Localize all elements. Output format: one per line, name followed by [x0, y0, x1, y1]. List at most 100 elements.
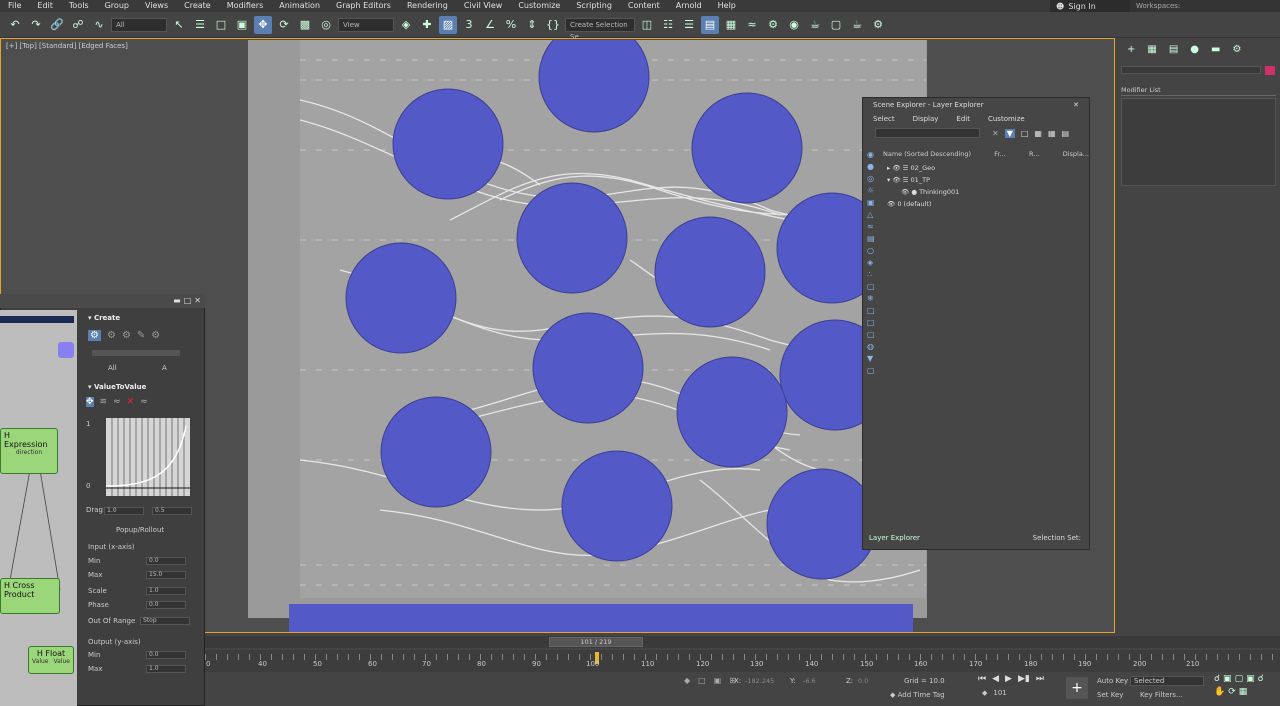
- helper-icon[interactable]: ⚙: [107, 330, 116, 341]
- node-h-expression[interactable]: H Expression direction: [0, 428, 58, 474]
- menu-graph-editors[interactable]: Graph Editors: [328, 0, 399, 12]
- render-setup-icon[interactable]: ☕: [806, 16, 824, 34]
- set-key-icon[interactable]: +: [1066, 677, 1088, 699]
- field-of-view-icon[interactable]: ☌: [1258, 674, 1264, 684]
- key-filters-button[interactable]: Key Filters...: [1140, 691, 1183, 699]
- redo-icon[interactable]: ↷: [27, 16, 45, 34]
- create-a-label[interactable]: A: [162, 364, 167, 372]
- input-phase-field[interactable]: 0.0: [146, 601, 186, 609]
- modifier-list-dropdown[interactable]: Modifier List: [1121, 86, 1276, 96]
- play-icon[interactable]: ▶: [1005, 674, 1012, 684]
- reference-coord-dropdown[interactable]: View: [338, 17, 394, 32]
- layer-row-tp[interactable]: ▾ 👁 ☰ 01_TP: [887, 174, 1087, 186]
- layer-row-default[interactable]: 👁 0 (default): [887, 198, 1087, 210]
- align-icon[interactable]: ☷: [659, 16, 677, 34]
- schematic-view-icon[interactable]: ⚙: [764, 16, 782, 34]
- containers-icon[interactable]: ▢: [867, 282, 881, 291]
- bones-icon[interactable]: ◈: [867, 258, 881, 267]
- motion-tab-icon[interactable]: ●: [1190, 44, 1199, 55]
- pivot-center-icon[interactable]: ◈: [397, 16, 415, 34]
- layer-row-geo[interactable]: ▸ 👁 ☰ 02_Geo: [887, 162, 1087, 174]
- y-coord-field[interactable]: -6.6: [803, 677, 816, 685]
- particles-icon[interactable]: ∴: [867, 270, 881, 279]
- scale-icon[interactable]: ▩: [296, 16, 314, 34]
- column-display[interactable]: Displa...: [1063, 150, 1089, 160]
- menu-tools[interactable]: Tools: [61, 0, 97, 12]
- set-key-button[interactable]: Set Key: [1097, 691, 1123, 699]
- all-icon[interactable]: □: [867, 318, 881, 327]
- render-iterative-icon[interactable]: ⚙: [869, 16, 887, 34]
- create-filter-field[interactable]: [92, 350, 180, 356]
- z-coord-field[interactable]: 0.0: [858, 677, 868, 685]
- zoom-extents-icon[interactable]: ▢: [1235, 674, 1244, 684]
- rotate-icon[interactable]: ⟳: [275, 16, 293, 34]
- particle-view-titlebar[interactable]: ▬ □ ✕: [0, 294, 205, 308]
- key-mode-icon[interactable]: ◆: [982, 689, 987, 697]
- render-production-icon[interactable]: ☕: [848, 16, 866, 34]
- object-row-thinking[interactable]: 👁 ● Thinking001: [887, 186, 1087, 198]
- select-manipulate-icon[interactable]: ✚: [418, 16, 436, 34]
- hierarchy-tab-icon[interactable]: ▤: [1169, 44, 1178, 55]
- keyboard-shortcut-icon[interactable]: ▨: [439, 15, 457, 34]
- add-point-icon[interactable]: ≋: [100, 397, 108, 407]
- layer-settings-icon[interactable]: ▤: [1062, 129, 1070, 138]
- current-frame-field[interactable]: 101: [993, 689, 1006, 697]
- shapes-icon[interactable]: ◎: [867, 174, 881, 183]
- menu-edit[interactable]: Edit: [29, 0, 61, 12]
- frozen-icon[interactable]: ❄: [867, 294, 881, 303]
- close-icon[interactable]: ✕: [194, 296, 201, 305]
- close-icon[interactable]: ✕: [1073, 101, 1079, 109]
- display-all-icon[interactable]: ◉: [867, 150, 881, 159]
- test-icon[interactable]: ⚙: [151, 330, 160, 341]
- helpers-icon[interactable]: △: [867, 210, 881, 219]
- go-to-start-icon[interactable]: ⏮: [978, 674, 986, 684]
- none-icon[interactable]: ▢: [867, 330, 881, 339]
- time-slider-thumb[interactable]: 101 / 219: [549, 637, 643, 647]
- filter-icon[interactable]: ▼: [1004, 128, 1015, 138]
- maximize-viewport-icon[interactable]: ▦: [1239, 687, 1248, 697]
- input-scale-field[interactable]: 1.0: [146, 587, 186, 595]
- lock-icon[interactable]: □: [1021, 129, 1029, 138]
- zoom-icon[interactable]: ☌: [1214, 674, 1220, 684]
- add-layer-icon[interactable]: ▦: [1034, 129, 1042, 138]
- smooth-icon[interactable]: ≈: [113, 397, 121, 407]
- data-icon[interactable]: ⚙: [122, 330, 131, 341]
- rect-selection-icon[interactable]: □: [212, 16, 230, 34]
- layer-explorer-icon[interactable]: ☰: [680, 16, 698, 34]
- input-min-field[interactable]: 0.0: [146, 557, 186, 565]
- modifier-stack[interactable]: [1121, 98, 1276, 186]
- create-tab-icon[interactable]: +: [1127, 44, 1135, 55]
- explorer-type-dropdown[interactable]: Layer Explorer: [869, 534, 920, 542]
- add-time-tag-button[interactable]: ◆ Add Time Tag: [890, 691, 945, 699]
- viewport-label[interactable]: [+] [Top] [Standard] [Edged Faces]: [6, 42, 128, 50]
- track-bar[interactable]: [205, 650, 1280, 672]
- create-all-label[interactable]: All: [108, 364, 117, 372]
- drag-min-field[interactable]: 1.0: [104, 507, 144, 515]
- menu-group[interactable]: Group: [97, 0, 137, 12]
- isolate-icon[interactable]: □: [698, 676, 706, 685]
- column-render[interactable]: R...: [1029, 150, 1039, 160]
- hidden-icon[interactable]: □: [867, 306, 881, 315]
- placement-icon[interactable]: ◎: [317, 16, 335, 34]
- workspaces-label[interactable]: Workspaces:: [1130, 0, 1280, 12]
- output-max-field[interactable]: 1.0: [146, 665, 186, 673]
- object-color-swatch[interactable]: [1265, 66, 1275, 75]
- object-name-field[interactable]: [1121, 66, 1261, 74]
- mirror-icon[interactable]: ◫: [638, 16, 656, 34]
- angle-snap-icon[interactable]: ∠: [481, 16, 499, 34]
- selection-set-dropdown[interactable]: Create Selection Se: [565, 17, 635, 41]
- menu-civil-view[interactable]: Civil View: [456, 0, 511, 12]
- edit-named-sets-icon[interactable]: {}: [544, 16, 562, 34]
- menu-help[interactable]: Help: [710, 0, 744, 12]
- scene-search-input[interactable]: [875, 128, 980, 138]
- selection-lock-icon[interactable]: ▣: [714, 676, 722, 685]
- node-h-cross-product[interactable]: H Cross Product: [0, 578, 60, 614]
- operator-node-selected[interactable]: [58, 342, 74, 358]
- material-editor-icon[interactable]: ◉: [785, 16, 803, 34]
- key-set-dropdown[interactable]: Selected: [1130, 676, 1204, 686]
- add-to-layer-icon[interactable]: ▦: [1048, 129, 1056, 138]
- move-icon[interactable]: ✥: [254, 15, 272, 34]
- xrefs-icon[interactable]: ○: [867, 246, 881, 255]
- cameras-icon[interactable]: ▣: [867, 198, 881, 207]
- lights-icon[interactable]: ☼: [867, 186, 881, 195]
